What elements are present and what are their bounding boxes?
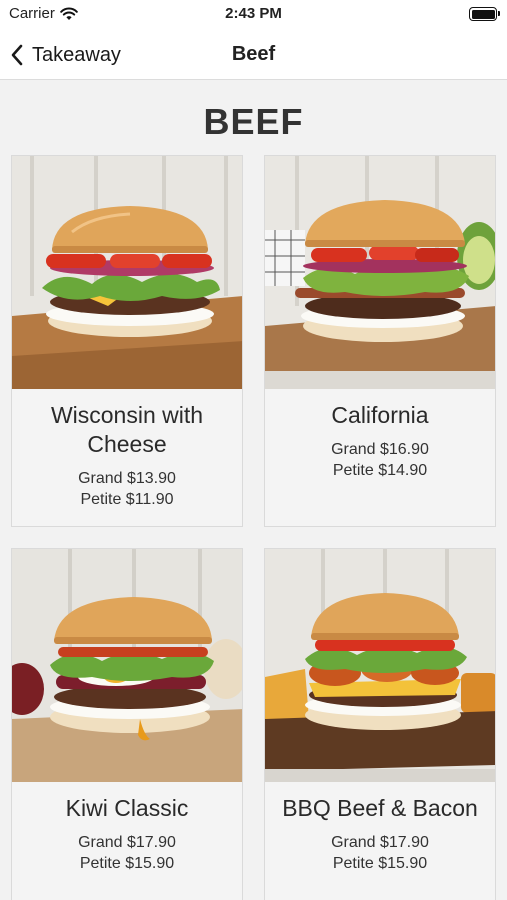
burger-photo	[12, 156, 242, 389]
status-bar: Carrier 2:43 PM	[0, 0, 507, 30]
status-time: 2:43 PM	[225, 5, 282, 22]
back-button[interactable]: Takeaway	[10, 38, 121, 72]
burger-photo	[265, 549, 495, 782]
burger-photo	[12, 549, 242, 782]
item-price-grand: Grand $17.90	[331, 834, 429, 851]
item-price-grand: Grand $16.90	[331, 441, 429, 458]
item-name: Kiwi Classic	[65, 795, 189, 821]
item-name: BBQ Beef & Bacon	[282, 795, 478, 821]
menu-item-card[interactable]: California Grand $16.90 Petite $14.90	[264, 155, 496, 527]
burger-photo	[265, 156, 495, 389]
back-button-label: Takeaway	[32, 43, 121, 66]
menu-item-card[interactable]: Wisconsin with Cheese Grand $13.90 Petit…	[11, 155, 243, 527]
section-title: BEEF	[203, 101, 304, 142]
menu-item-card[interactable]: Kiwi Classic Grand $17.90 Petite $15.90	[11, 548, 243, 900]
menu-item-card[interactable]: BBQ Beef & Bacon Grand $17.90 Petite $15…	[264, 548, 496, 900]
navigation-bar: Takeaway Beef	[0, 30, 507, 80]
item-price-grand: Grand $17.90	[78, 834, 176, 851]
item-price-petite: Petite $14.90	[332, 462, 428, 479]
battery-icon	[469, 7, 500, 21]
menu-content[interactable]: BEEF Wisconsin with Cheese Grand $13.90 …	[0, 81, 507, 900]
battery-fill	[471, 9, 495, 19]
chevron-left-icon	[11, 44, 23, 66]
item-name: Wisconsin with Cheese	[50, 402, 204, 457]
item-price-petite: Petite $15.90	[79, 855, 175, 872]
item-name: California	[331, 402, 429, 428]
item-price-petite: Petite $15.90	[332, 855, 428, 872]
item-price-petite: Petite $11.90	[80, 491, 174, 508]
item-price-grand: Grand $13.90	[78, 470, 176, 487]
